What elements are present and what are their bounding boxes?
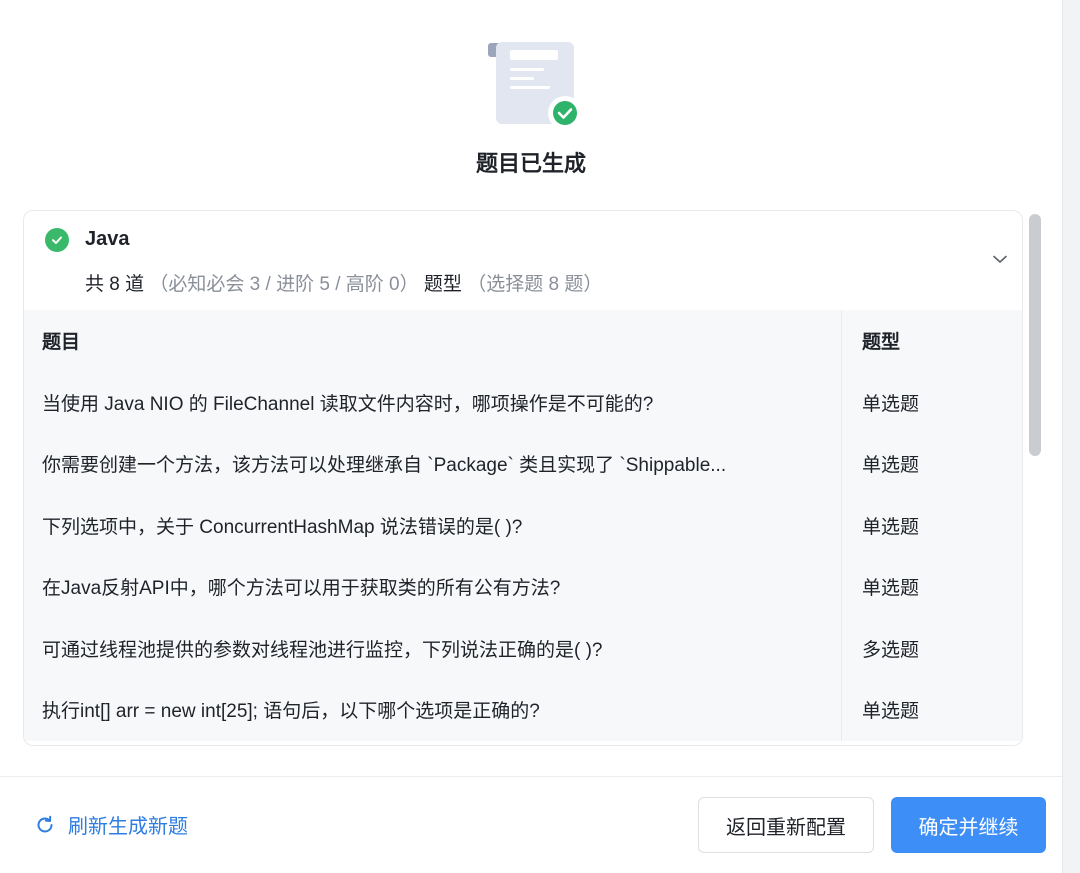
type-cell: 多选题 [862, 639, 920, 661]
table-row: 在Java反射API中，哪个方法可以用于获取类的所有公有方法? 单选题 [24, 556, 1022, 618]
question-cell: 当使用 Java NIO 的 FileChannel 读取文件内容时，哪项操作是… [24, 371, 842, 433]
document-check-icon [488, 42, 582, 130]
background-window-edge [1062, 0, 1080, 873]
questions-table: 题目 题型 当使用 Java NIO 的 FileChannel 读取文件内容时… [24, 310, 1022, 741]
table-row: 你需要创建一个方法，该方法可以处理继承自 `Package` 类且实现了 `Sh… [24, 433, 1022, 495]
type-cell: 单选题 [862, 701, 920, 723]
header-question: 题目 [24, 310, 842, 372]
type-cell: 单选题 [862, 578, 920, 600]
back-to-config-button[interactable]: 返回重新配置 [698, 797, 874, 853]
question-summary: 共 8 道 （必知必会 3 / 进阶 5 / 高阶 0） 题型 （选择题 8 题… [85, 269, 602, 296]
question-cell: 你需要创建一个方法，该方法可以处理继承自 `Package` 类且实现了 `Sh… [24, 433, 842, 495]
table-row: 执行int[] arr = new int[25]; 语句后，以下哪个选项是正确… [24, 679, 1022, 741]
summary-types: （选择题 8 题） [467, 274, 603, 295]
refresh-questions-link[interactable]: 刷新生成新题 [34, 810, 188, 839]
check-circle-icon [45, 228, 69, 252]
page-title: 题目已生成 [475, 151, 586, 176]
summary-type-label: 题型 [423, 274, 462, 295]
language-name: Java [85, 228, 130, 250]
type-cell: 单选题 [862, 393, 920, 415]
table-row: 下列选项中，关于 ConcurrentHashMap 说法错误的是( )? 单选… [24, 494, 1022, 556]
table-header: 题目 题型 [24, 310, 1022, 372]
footer-divider [0, 776, 1062, 777]
language-result-card: Java 共 8 道 （必知必会 3 / 进阶 5 / 高阶 0） 题型 （选择… [23, 210, 1023, 746]
type-cell: 单选题 [862, 455, 920, 477]
question-cell: 在Java反射API中，哪个方法可以用于获取类的所有公有方法? [24, 556, 842, 618]
question-cell: 下列选项中，关于 ConcurrentHashMap 说法错误的是( )? [24, 494, 842, 556]
refresh-icon [37, 815, 53, 832]
card-header[interactable]: Java 共 8 道 （必知必会 3 / 进阶 5 / 高阶 0） 题型 （选择… [24, 211, 1022, 311]
header-type: 题型 [862, 332, 901, 354]
question-cell: 可通过线程池提供的参数对线程池进行监控，下列说法正确的是( )? [24, 617, 842, 679]
table-row: 当使用 Java NIO 的 FileChannel 读取文件内容时，哪项操作是… [24, 371, 1022, 433]
question-generated-dialog: 题目已生成 Java 共 8 道 （必知必会 3 / 进阶 5 / 高阶 0） … [0, 0, 1062, 873]
chevron-down-icon[interactable] [990, 249, 1010, 269]
scrollbar-thumb[interactable] [1029, 214, 1041, 456]
question-cell: 执行int[] arr = new int[25]; 语句后，以下哪个选项是正确… [24, 679, 842, 741]
type-cell: 单选题 [862, 516, 920, 538]
confirm-continue-button[interactable]: 确定并继续 [891, 797, 1046, 853]
refresh-label: 刷新生成新题 [68, 816, 188, 838]
summary-count: 共 8 道 [85, 274, 145, 295]
summary-levels: （必知必会 3 / 进阶 5 / 高阶 0） [149, 274, 419, 295]
table-row: 可通过线程池提供的参数对线程池进行监控，下列说法正确的是( )? 多选题 [24, 617, 1022, 679]
